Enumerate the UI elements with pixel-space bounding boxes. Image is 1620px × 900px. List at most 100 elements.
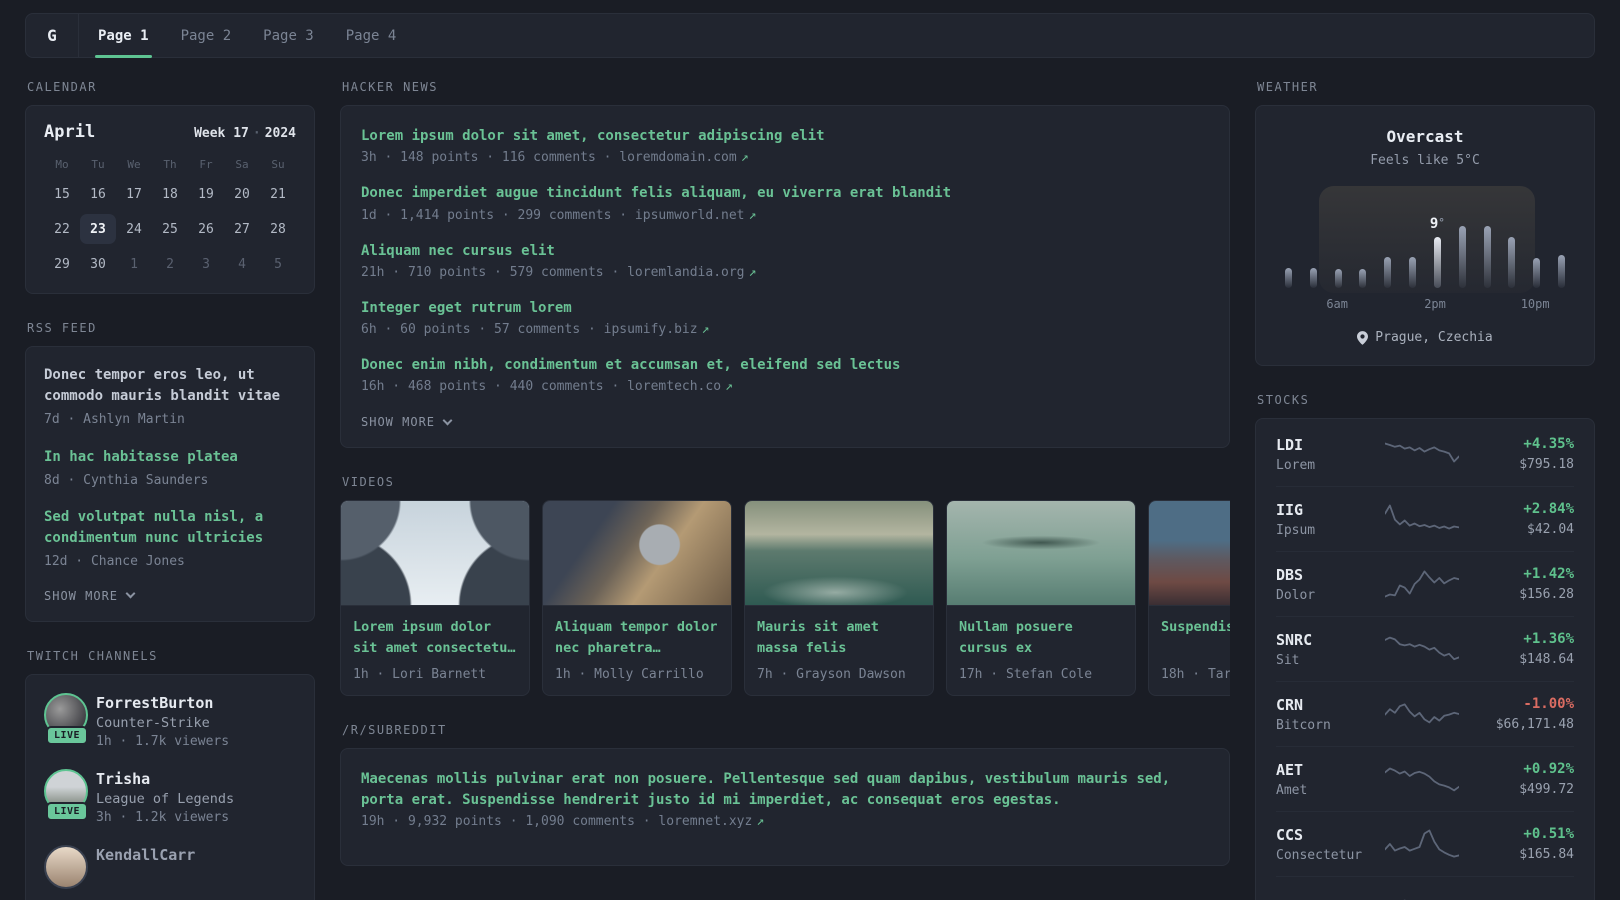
calendar-day-header: Sa: [235, 158, 249, 171]
stock-sparkline: [1378, 694, 1466, 734]
video-card[interactable]: Suspendisse diam 18h · Tara: [1148, 500, 1230, 697]
weather-hour-label: [1300, 297, 1324, 311]
calendar-day: 30: [90, 256, 106, 272]
calendar-day-header: Fr: [199, 158, 213, 171]
video-thumbnail[interactable]: [1149, 501, 1230, 607]
video-card[interactable]: Mauris sit amet massa felis 7h · Grayson…: [744, 500, 934, 697]
video-meta: 18h · Tara: [1161, 667, 1230, 683]
subreddit-post: Maecenas mollis pulvinar erat non posuer…: [361, 769, 1209, 829]
external-link-icon[interactable]: ↗: [702, 322, 710, 337]
rss-show-more-button[interactable]: SHOW MORE: [44, 589, 296, 603]
stock-symbol: IIG: [1276, 500, 1304, 519]
external-link-icon[interactable]: ↗: [749, 208, 757, 223]
tab-page-4[interactable]: Page 4: [335, 14, 408, 57]
external-link-icon[interactable]: ↗: [749, 265, 757, 280]
stock-change: -1.00%: [1523, 696, 1574, 712]
hackernews-item-link[interactable]: Integer eget rutrum lorem: [361, 298, 1209, 318]
twitch-channel-name: Trisha: [96, 769, 151, 788]
live-badge: LIVE: [46, 725, 89, 745]
calendar-day: 19: [198, 186, 214, 202]
video-title-link[interactable]: Aliquam tempor dolor nec pharetra…: [555, 617, 719, 659]
calendar-day: 17: [126, 186, 142, 202]
stock-symbol: DBS: [1276, 565, 1304, 584]
stock-row[interactable]: AHS +0.46%: [1276, 876, 1574, 900]
calendar-day: 15: [54, 186, 70, 202]
stock-price: $165.84: [1519, 847, 1574, 862]
rss-widget-title: RSS FEED: [27, 321, 97, 335]
video-thumbnail[interactable]: [745, 501, 933, 607]
calendar-day: 20: [234, 186, 250, 202]
calendar-day: 2: [166, 256, 174, 272]
rss-item-link[interactable]: Donec tempor eros leo, ut commodo mauris…: [44, 365, 296, 407]
tab-page-2[interactable]: Page 2: [170, 14, 243, 57]
calendar-day: 27: [234, 221, 250, 237]
twitch-channel-row[interactable]: LIVE Trisha League of Legends 3h · 1.2k …: [44, 768, 296, 825]
calendar-day: 29: [54, 256, 70, 272]
subreddit-post-link[interactable]: Maecenas mollis pulvinar erat non posuer…: [361, 769, 1209, 810]
rss-widget: RSS FEED Donec tempor eros leo, ut commo…: [25, 321, 315, 622]
video-card[interactable]: Nullam posuere cursus ex 17h · Stefan Co…: [946, 500, 1136, 697]
calendar-day: 4: [238, 256, 246, 272]
tab-page-1[interactable]: Page 1: [87, 14, 160, 58]
video-title-link[interactable]: Mauris sit amet massa felis: [757, 617, 921, 659]
hackernews-item-link[interactable]: Lorem ipsum dolor sit amet, consectetur …: [361, 126, 1209, 146]
stock-row[interactable]: CCS Consectetur +0.51% $165.84: [1276, 811, 1574, 876]
stock-name: Bitcorn: [1276, 717, 1331, 733]
stock-price: $148.64: [1519, 652, 1574, 667]
calendar-day: 3: [202, 256, 210, 272]
video-thumbnail[interactable]: [947, 501, 1135, 607]
tab-label: Page 3: [263, 27, 314, 44]
calendar-day: 24: [126, 221, 142, 237]
calendar-day-header: Mo: [55, 158, 69, 171]
external-link-icon[interactable]: ↗: [741, 150, 749, 165]
external-link-icon[interactable]: ↗: [725, 379, 733, 394]
stock-row[interactable]: CRN Bitcorn -1.00% $66,171.48: [1276, 681, 1574, 746]
video-thumbnail[interactable]: [341, 501, 529, 607]
weather-bars: 9°: [1276, 190, 1574, 288]
hackernews-item: Lorem ipsum dolor sit amet, consectetur …: [361, 126, 1209, 165]
calendar-day-header: Tu: [91, 158, 105, 171]
weather-bar: [1450, 190, 1475, 288]
twitch-channel-viewers: 3h · 1.2k viewers: [96, 809, 230, 825]
rss-item-link[interactable]: Sed volutpat nulla nisl, a condimentum n…: [44, 507, 296, 549]
video-card[interactable]: Lorem ipsum dolor sit amet consectetu… 1…: [340, 500, 530, 697]
stock-row[interactable]: LDI Lorem +4.35% $795.18: [1276, 422, 1574, 486]
stock-row[interactable]: SNRC Sit +1.36% $148.64: [1276, 616, 1574, 681]
stock-price: $795.18: [1519, 457, 1574, 472]
hackernews-item-meta: 21h · 710 points · 579 comments · loreml…: [361, 264, 757, 280]
stock-price: $499.72: [1519, 782, 1574, 797]
weather-temp-label: 9°: [1429, 216, 1445, 232]
hackernews-show-more-button[interactable]: SHOW MORE: [361, 415, 1209, 429]
twitch-avatar-wrap: LIVE: [44, 768, 96, 825]
video-title-link[interactable]: Lorem ipsum dolor sit amet consectetu…: [353, 617, 517, 659]
twitch-channel-info: KendallCarr: [96, 845, 195, 889]
video-thumbnail[interactable]: [543, 501, 731, 607]
video-card[interactable]: Aliquam tempor dolor nec pharetra… 1h · …: [542, 500, 732, 697]
hackernews-item-link[interactable]: Donec enim nibh, condimentum et accumsan…: [361, 355, 1209, 375]
weather-bar: [1549, 190, 1574, 288]
hackernews-widget-title: HACKER NEWS: [342, 80, 438, 94]
subreddit-widget-title: /R/SUBREDDIT: [342, 723, 447, 738]
weather-condition: Overcast: [1386, 127, 1464, 146]
hackernews-item: Donec enim nibh, condimentum et accumsan…: [361, 355, 1209, 394]
hackernews-widget: HACKER NEWS Lorem ipsum dolor sit amet, …: [340, 80, 1230, 449]
rss-item-link[interactable]: In hac habitasse platea: [44, 447, 296, 468]
twitch-channel-row[interactable]: KendallCarr: [44, 844, 296, 889]
external-link-icon[interactable]: ↗: [756, 814, 764, 829]
tab-page-3[interactable]: Page 3: [252, 14, 325, 57]
video-title-link[interactable]: Nullam posuere cursus ex: [959, 617, 1123, 659]
right-column: WEATHER Overcast Feels like 5°C 9° 6am 2p…: [1255, 80, 1595, 900]
video-card-body: Lorem ipsum dolor sit amet consectetu… 1…: [341, 606, 529, 695]
twitch-channel-game: League of Legends: [96, 790, 235, 807]
twitch-channel-row[interactable]: LIVE ForrestBurton Counter-Strike 1h · 1…: [44, 692, 296, 749]
stock-row[interactable]: DBS Dolor +1.42% $156.28: [1276, 551, 1574, 616]
hackernews-item-link[interactable]: Aliquam nec cursus elit: [361, 241, 1209, 261]
stock-row[interactable]: IIG Ipsum +2.84% $42.04: [1276, 486, 1574, 551]
video-title-link[interactable]: Suspendisse diam: [1161, 617, 1230, 659]
calendar-day: 22: [54, 221, 70, 237]
subreddit-post-meta: 19h · 9,932 points · 1,090 comments · lo…: [361, 814, 765, 830]
app-logo[interactable]: G: [26, 14, 79, 57]
video-card-body: Mauris sit amet massa felis 7h · Grayson…: [745, 606, 933, 695]
stock-row[interactable]: AET Amet +0.92% $499.72: [1276, 746, 1574, 811]
hackernews-item-link[interactable]: Donec imperdiet augue tincidunt felis al…: [361, 183, 1209, 203]
